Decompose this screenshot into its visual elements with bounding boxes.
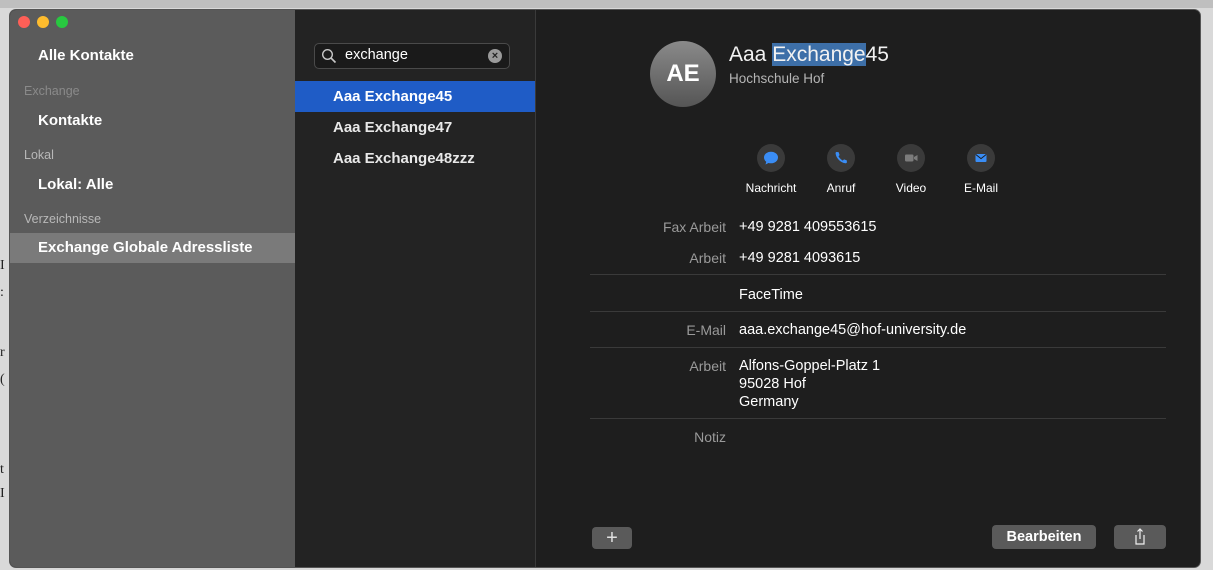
field-value-email[interactable]: aaa.exchange45@hof-university.de (739, 321, 966, 339)
field-value-phone[interactable]: +49 9281 4093615 (739, 249, 860, 267)
name-suffix: 45 (865, 43, 889, 66)
note-field[interactable] (739, 428, 1159, 488)
background-fragment: r (0, 345, 5, 360)
divider (590, 418, 1166, 419)
address-line: Alfons-Goppel-Platz 1 (739, 358, 881, 374)
background-fragment: : (0, 285, 4, 300)
sidebar-item-all-contacts[interactable]: Alle Kontakte (10, 41, 295, 71)
sidebar-item-lokal-alle[interactable]: Lokal: Alle (10, 170, 295, 200)
message-action-label: Nachricht (745, 181, 797, 195)
avatar: AE (650, 41, 716, 107)
contact-detail: AE Aaa Exchange45 Hochschule Hof Nachric… (536, 10, 1200, 567)
background-fragment: t (0, 462, 4, 477)
sidebar-header-lokal: Lokal (24, 148, 54, 162)
address-line: Germany (739, 394, 799, 410)
list-item[interactable]: Aaa Exchange48zzz (295, 143, 535, 174)
add-contact-button[interactable]: + (592, 527, 632, 549)
video-action-label: Video (895, 181, 927, 195)
sidebar-header-exchange: Exchange (24, 84, 80, 98)
address-line: 95028 Hof (739, 376, 806, 392)
phone-icon (835, 152, 847, 164)
field-label-email: E-Mail (686, 322, 726, 338)
mail-icon (975, 154, 987, 162)
contact-list-column: exchange × Aaa Exchange45 Aaa Exchange47… (295, 10, 536, 567)
minimize-window-button[interactable] (37, 16, 49, 28)
field-label-phone: Arbeit (689, 250, 726, 266)
field-value-address[interactable]: Alfons-Goppel-Platz 1 95028 Hof Germany (739, 357, 880, 411)
background-fragment: I (0, 258, 5, 273)
call-action-label: Anruf (826, 181, 856, 195)
field-label-address: Arbeit (689, 358, 726, 374)
share-button[interactable] (1114, 525, 1166, 549)
message-icon (764, 151, 778, 165)
list-item[interactable]: Aaa Exchange47 (295, 112, 535, 143)
contacts-window: Alle Kontakte Exchange Kontakte Lokal Lo… (10, 10, 1200, 567)
name-highlight: Exchange (772, 43, 866, 66)
field-label-note: Notiz (694, 429, 726, 445)
sidebar-item-global-address-list[interactable]: Exchange Globale Adressliste (10, 233, 295, 263)
divider (590, 311, 1166, 312)
background-fragment: ( (0, 372, 5, 387)
message-action-button[interactable]: Nachricht (736, 144, 806, 195)
sidebar-header-verzeichnisse: Verzeichnisse (24, 212, 102, 226)
search-field[interactable]: exchange × (314, 43, 510, 69)
divider (590, 274, 1166, 275)
share-icon (1135, 528, 1145, 545)
video-icon (905, 154, 918, 162)
divider (590, 347, 1166, 348)
field-value-fax[interactable]: +49 9281 409553615 (739, 218, 877, 236)
mail-action-button[interactable]: E-Mail (946, 144, 1016, 195)
contact-company: Hochschule Hof (729, 71, 825, 86)
contact-name: Aaa Exchange45 (729, 43, 889, 67)
list-item[interactable]: Aaa Exchange45 (295, 81, 535, 112)
search-input[interactable]: exchange (345, 47, 408, 63)
video-action-button[interactable]: Video (876, 144, 946, 195)
name-prefix: Aaa (729, 43, 773, 66)
background-fragment: I (0, 486, 5, 501)
window-controls (18, 16, 68, 28)
facetime-link[interactable]: FaceTime (739, 286, 803, 304)
field-label-fax: Fax Arbeit (662, 219, 726, 235)
mail-action-label: E-Mail (963, 181, 998, 195)
edit-button[interactable]: Bearbeiten (992, 525, 1096, 549)
clear-search-icon[interactable]: × (488, 49, 502, 63)
close-window-button[interactable] (18, 16, 30, 28)
call-action-button[interactable]: Anruf (806, 144, 876, 195)
sidebar: Alle Kontakte Exchange Kontakte Lokal Lo… (10, 10, 295, 567)
zoom-window-button[interactable] (56, 16, 68, 28)
sidebar-item-kontakte[interactable]: Kontakte (10, 106, 295, 136)
background-window-strip (0, 0, 1213, 8)
search-icon (321, 48, 337, 64)
